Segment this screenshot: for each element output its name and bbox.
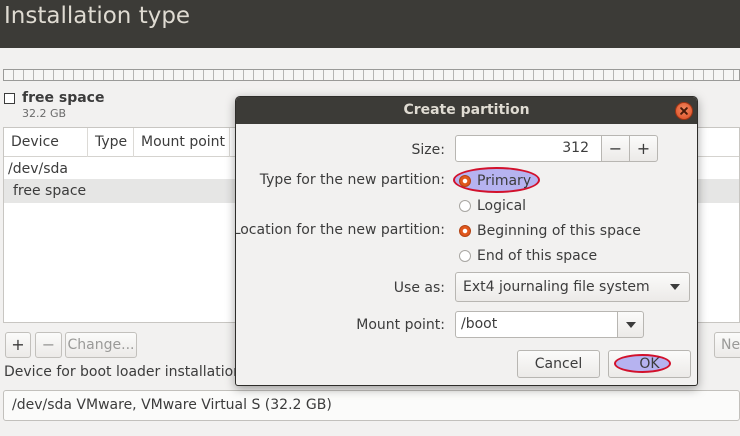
boot-loader-select[interactable]: /dev/sda VMware, VMware Virtual S (32.2 … <box>3 390 740 421</box>
chevron-down-icon <box>670 284 680 290</box>
free-space-swatch <box>4 93 15 104</box>
close-icon[interactable] <box>675 102 693 120</box>
remove-partition-button[interactable]: − <box>35 332 62 358</box>
legend-size: 32.2 GB <box>22 107 67 120</box>
add-partition-button[interactable]: + <box>5 332 31 358</box>
size-input[interactable]: 312 <box>455 135 602 162</box>
use-as-value: Ext4 journaling file system <box>463 279 650 295</box>
column-header-device[interactable]: Device <box>4 128 88 157</box>
size-decrement-button[interactable]: − <box>601 135 630 162</box>
chevron-down-icon <box>626 322 636 328</box>
mount-point-input[interactable]: /boot <box>455 311 618 338</box>
size-increment-button[interactable]: + <box>629 135 658 162</box>
radio-primary-label: Primary <box>477 173 532 189</box>
ok-button-label: OK <box>639 356 660 372</box>
radio-logical-label: Logical <box>477 198 527 214</box>
cancel-button[interactable]: Cancel <box>517 350 600 378</box>
size-label: Size: <box>411 142 445 158</box>
mount-point-dropdown-button[interactable] <box>617 311 644 338</box>
use-as-dropdown[interactable]: Ext4 journaling file system <box>455 272 690 302</box>
window-titlebar: Installation type <box>0 0 740 48</box>
mount-point-label: Mount point: <box>356 317 445 333</box>
boot-loader-label: Device for boot loader installation: <box>4 364 247 380</box>
change-partition-button[interactable]: Change... <box>65 332 137 358</box>
use-as-label: Use as: <box>393 280 445 296</box>
column-header-type[interactable]: Type <box>88 128 134 157</box>
window-title: Installation type <box>4 3 191 29</box>
disk-usage-bar <box>3 69 740 81</box>
dialog-title: Create partition <box>236 97 697 124</box>
partition-type-label: Type for the new partition: <box>259 172 445 188</box>
radio-selected-icon <box>459 175 471 187</box>
create-partition-dialog: Create partition Size: 312 − + MB Type f… <box>235 96 698 386</box>
radio-end-label: End of this space <box>477 248 598 264</box>
radio-selected-icon <box>459 225 471 237</box>
radio-unselected-icon <box>459 200 471 212</box>
column-header-mount-point[interactable]: Mount point <box>134 128 230 157</box>
new-partition-table-button[interactable]: Ne <box>714 332 740 358</box>
legend-name: free space <box>22 90 105 106</box>
radio-beginning-label: Beginning of this space <box>477 223 641 239</box>
size-unit: MB <box>697 140 698 156</box>
partition-location-label: Location for the new partition: <box>235 222 445 238</box>
radio-unselected-icon <box>459 250 471 262</box>
